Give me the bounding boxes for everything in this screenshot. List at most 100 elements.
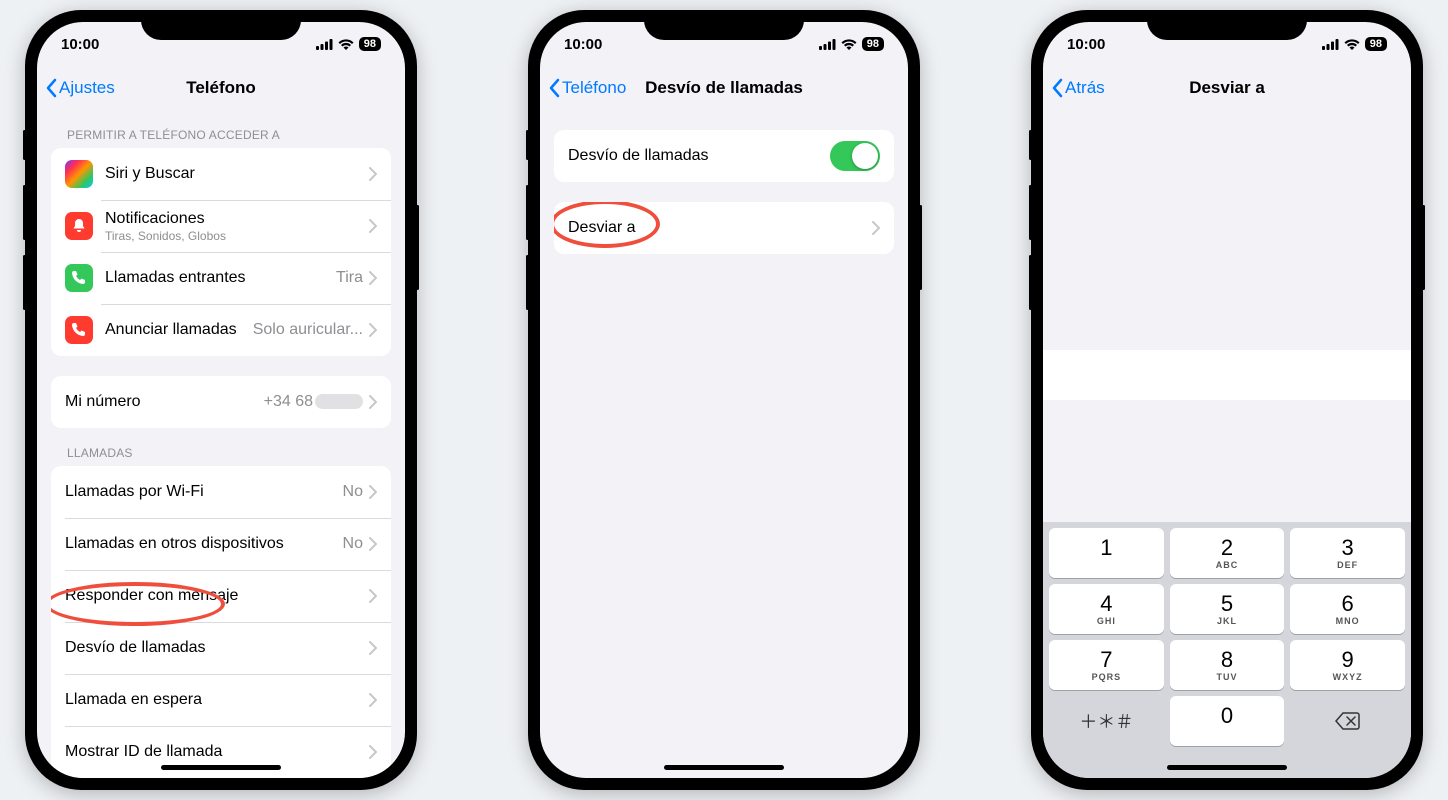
volume-down[interactable] <box>526 255 529 310</box>
row-wifi-calling[interactable]: Llamadas por Wi-Fi No <box>51 466 391 518</box>
key-6[interactable]: 6MNO <box>1290 584 1405 634</box>
number-input[interactable] <box>1043 350 1411 400</box>
row-label: Llamada en espera <box>65 691 369 709</box>
row-label: Desvío de llamadas <box>65 639 369 657</box>
row-label: Notificaciones <box>105 210 369 228</box>
battery-icon: 98 <box>359 37 381 51</box>
row-label: Mostrar ID de llamada <box>65 743 369 761</box>
row-my-number[interactable]: Mi número +34 68 <box>51 376 391 428</box>
phone-forward-to-input: 10:00 98 Atrás Desviar a 1 <box>1031 10 1423 790</box>
volume-up[interactable] <box>23 185 26 240</box>
volume-up[interactable] <box>1029 185 1032 240</box>
back-label: Atrás <box>1065 78 1105 98</box>
key-0[interactable]: 0 <box>1170 696 1285 746</box>
back-label: Ajustes <box>59 78 115 98</box>
home-indicator[interactable] <box>161 765 281 770</box>
row-label: Anunciar llamadas <box>105 321 253 339</box>
key-7[interactable]: 7PQRS <box>1049 640 1164 690</box>
row-respond-with-message[interactable]: Responder con mensaje <box>51 570 391 622</box>
key-8[interactable]: 8TUV <box>1170 640 1285 690</box>
mute-switch[interactable] <box>23 130 26 160</box>
row-other-devices[interactable]: Llamadas en otros dispositivos No <box>51 518 391 570</box>
row-call-forwarding[interactable]: Desvío de llamadas <box>51 622 391 674</box>
row-value: +34 68 <box>264 393 363 411</box>
chevron-right-icon <box>369 271 377 285</box>
row-forward-to[interactable]: Desviar a <box>554 202 894 254</box>
wifi-icon <box>338 39 354 50</box>
row-label: Desvío de llamadas <box>568 147 830 165</box>
chevron-right-icon <box>369 693 377 707</box>
chevron-right-icon <box>369 537 377 551</box>
key-5[interactable]: 5JKL <box>1170 584 1285 634</box>
chevron-right-icon <box>369 641 377 655</box>
back-button[interactable]: Teléfono <box>548 78 626 98</box>
wifi-icon <box>1344 39 1360 50</box>
power-button[interactable] <box>919 205 922 290</box>
cellular-icon <box>316 39 333 50</box>
chevron-left-icon <box>45 78 57 98</box>
toggle-switch[interactable] <box>830 141 880 171</box>
row-label: Desviar a <box>568 219 872 237</box>
row-notifications[interactable]: Notificaciones Tiras, Sonidos, Globos <box>51 200 391 252</box>
numeric-keypad: 1 2ABC 3DEF 4GHI 5JKL 6MNO 7PQRS 8TUV 9W… <box>1043 522 1411 778</box>
key-4[interactable]: 4GHI <box>1049 584 1164 634</box>
chevron-right-icon <box>872 221 880 235</box>
phone-icon <box>65 264 93 292</box>
row-forwarding-toggle[interactable]: Desvío de llamadas <box>554 130 894 182</box>
mute-switch[interactable] <box>1029 130 1032 160</box>
battery-icon: 98 <box>1365 37 1387 51</box>
back-button[interactable]: Atrás <box>1051 78 1105 98</box>
row-caller-id[interactable]: Mostrar ID de llamada <box>51 726 391 778</box>
status-bar: 10:00 98 <box>540 22 908 66</box>
row-value: Solo auricular... <box>253 321 363 339</box>
row-subtitle: Tiras, Sonidos, Globos <box>105 229 369 243</box>
row-label: Responder con mensaje <box>65 587 369 605</box>
nav-bar: Ajustes Teléfono <box>37 66 405 110</box>
group-access: Siri y Buscar Notificaciones Tiras, Soni… <box>51 148 391 356</box>
status-time: 10:00 <box>61 36 99 53</box>
row-announce-calls[interactable]: Anunciar llamadas Solo auricular... <box>51 304 391 356</box>
key-backspace[interactable] <box>1290 696 1405 746</box>
key-2[interactable]: 2ABC <box>1170 528 1285 578</box>
row-incoming-calls[interactable]: Llamadas entrantes Tira <box>51 252 391 304</box>
home-indicator[interactable] <box>664 765 784 770</box>
row-value: No <box>343 483 363 501</box>
row-call-waiting[interactable]: Llamada en espera <box>51 674 391 726</box>
cellular-icon <box>1322 39 1339 50</box>
row-label: Siri y Buscar <box>105 165 369 183</box>
status-bar: 10:00 98 <box>37 22 405 66</box>
row-siri[interactable]: Siri y Buscar <box>51 148 391 200</box>
chevron-right-icon <box>369 395 377 409</box>
phone-settings-telefono: 10:00 98 Ajustes Teléfono PERMITIR A TEL… <box>25 10 417 790</box>
redacted-number <box>315 394 363 409</box>
bell-icon <box>65 212 93 240</box>
home-indicator[interactable] <box>1167 765 1287 770</box>
volume-down[interactable] <box>1029 255 1032 310</box>
row-label: Llamadas en otros dispositivos <box>65 535 343 553</box>
volume-up[interactable] <box>526 185 529 240</box>
group-calls: Llamadas por Wi-Fi No Llamadas en otros … <box>51 466 391 778</box>
mute-switch[interactable] <box>526 130 529 160</box>
key-9[interactable]: 9WXYZ <box>1290 640 1405 690</box>
chevron-right-icon <box>369 323 377 337</box>
volume-down[interactable] <box>23 255 26 310</box>
group-forward-to: Desviar a <box>554 202 894 254</box>
back-label: Teléfono <box>562 78 626 98</box>
back-button[interactable]: Ajustes <box>45 78 115 98</box>
nav-bar: Teléfono Desvío de llamadas <box>540 66 908 110</box>
power-button[interactable] <box>416 205 419 290</box>
row-label: Mi número <box>65 393 264 411</box>
key-3[interactable]: 3DEF <box>1290 528 1405 578</box>
key-symbols[interactable]: ＋＊＃ <box>1049 696 1164 746</box>
chevron-right-icon <box>369 589 377 603</box>
screenshot-stage: 10:00 98 Ajustes Teléfono PERMITIR A TEL… <box>0 0 1448 800</box>
group-forwarding-toggle: Desvío de llamadas <box>554 130 894 182</box>
power-button[interactable] <box>1422 205 1425 290</box>
key-1[interactable]: 1 <box>1049 528 1164 578</box>
chevron-right-icon <box>369 485 377 499</box>
announce-icon <box>65 316 93 344</box>
backspace-icon <box>1335 712 1361 730</box>
row-label: Llamadas por Wi-Fi <box>65 483 343 501</box>
section-header-access: PERMITIR A TELÉFONO ACCEDER A <box>37 110 405 148</box>
row-value: Tira <box>336 269 363 287</box>
